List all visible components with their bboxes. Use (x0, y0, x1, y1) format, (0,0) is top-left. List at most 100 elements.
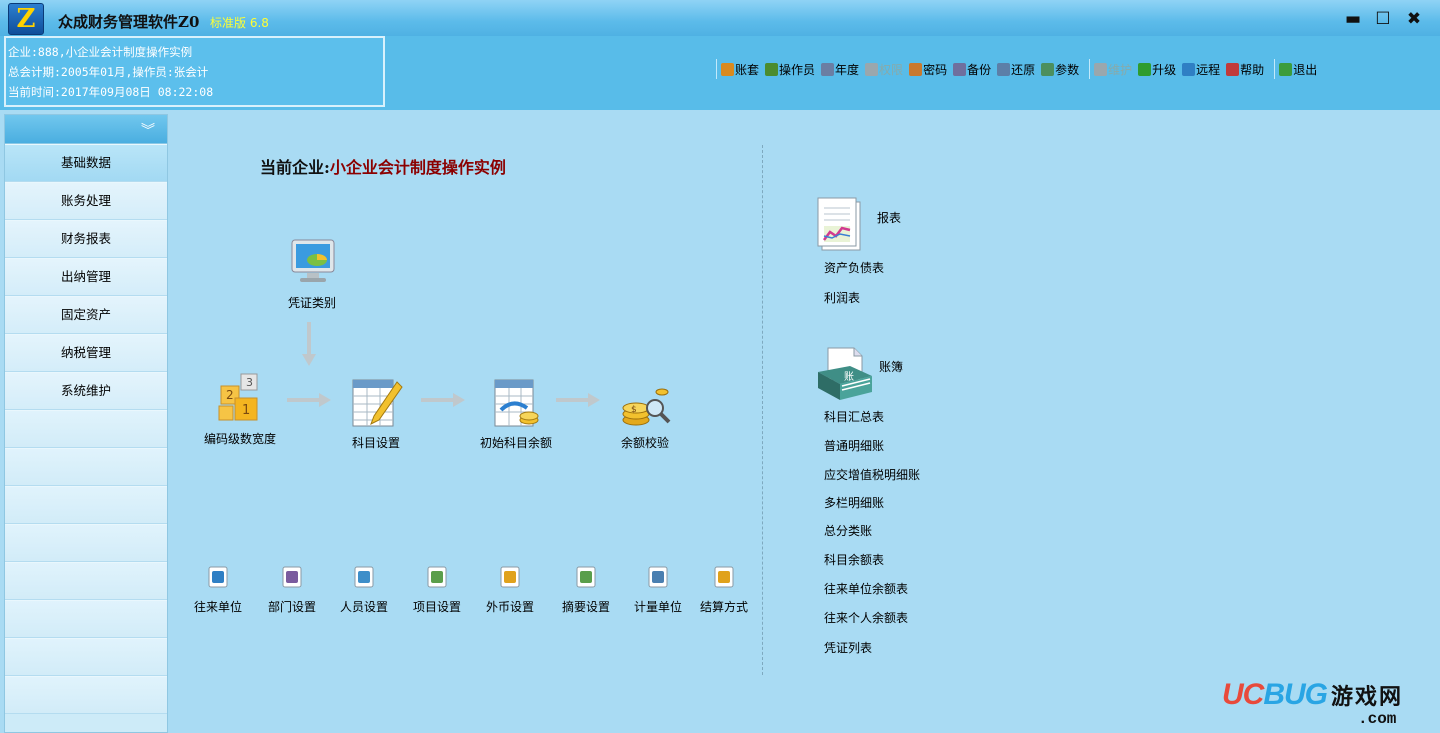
toolbar-permission-button[interactable]: 权限 (865, 61, 903, 78)
nav-item[interactable]: 财务报表 (5, 220, 167, 258)
calendar-icon (821, 62, 835, 76)
minimize-button[interactable]: ▬ (1342, 8, 1364, 30)
nav-item[interactable]: 纳税管理 (5, 334, 167, 372)
key-icon (909, 62, 923, 76)
ledger-link[interactable]: 凭证列表 (824, 639, 872, 656)
nav-empty-slot (5, 600, 167, 638)
toolbar-backup-button[interactable]: 备份 (953, 61, 991, 78)
section-divider (762, 145, 763, 675)
nav-item[interactable]: 基础数据 (5, 144, 167, 182)
shortcut-label: 项目设置 (412, 600, 461, 614)
toolbar-help-book-button[interactable]: 帮助 (1226, 61, 1264, 78)
backup-icon (953, 62, 967, 76)
shortcut-item[interactable]: 人员设置 (336, 564, 392, 615)
nav-item[interactable]: 系统维护 (5, 372, 167, 410)
users-icon (765, 62, 779, 76)
toolbar-users-button[interactable]: 操作员 (765, 61, 815, 78)
shortcut-label: 往来单位 (193, 600, 242, 614)
collapse-icon[interactable]: ︾ (141, 120, 155, 140)
exit-icon (1279, 62, 1293, 76)
left-nav: ︾ 基础数据 账务处理 财务报表 出纳管理 固定资产 纳税管理 系统维护 (4, 114, 168, 733)
ledger-link[interactable]: 应交增值税明细账 (824, 466, 920, 483)
nav-empty-slot (5, 524, 167, 562)
voucher-type-label: 凭证类别 (287, 296, 336, 310)
shortcut-item[interactable]: 摘要设置 (558, 564, 614, 615)
nav-empty-slot (5, 562, 167, 600)
code-levels-item[interactable]: 321 编码级数宽度 (200, 372, 280, 447)
ucbug-watermark: UCBUG 游戏网 (1222, 678, 1403, 712)
ledger-icon (721, 62, 734, 76)
svg-text:1: 1 (242, 403, 250, 418)
flow-arrow-2 (421, 393, 465, 407)
toolbar-maintenance-button[interactable]: 维护 (1094, 61, 1132, 78)
ledger-link[interactable]: 往来个人余额表 (824, 609, 908, 626)
toolbar-globe-button[interactable]: 远程 (1182, 61, 1220, 78)
ledgers-heading: 账簿 (879, 360, 904, 374)
account-setup-item[interactable]: 科目设置 (344, 376, 408, 451)
shortcut-item[interactable]: 结算方式 (696, 564, 752, 615)
shortcut-item[interactable]: 往来单位 (190, 564, 246, 615)
settlement-coin-icon (711, 564, 737, 590)
close-button[interactable]: ✖ (1403, 8, 1425, 30)
watermark-uc: UC (1222, 678, 1264, 711)
toolbar-label: 退出 (1293, 62, 1318, 77)
toolbar-key-button[interactable]: 密码 (909, 61, 947, 78)
app-edition: 标准版 6.8 (210, 16, 269, 30)
toolbar-settings-button[interactable]: 参数 (1041, 61, 1079, 78)
monitor-chart-icon (285, 236, 339, 290)
project-sheet-icon (424, 564, 450, 590)
nav-header: ︾ (5, 115, 167, 144)
staff-people-icon (351, 564, 377, 590)
svg-text:3: 3 (246, 376, 253, 389)
voucher-type-item[interactable]: 凭证类别 (278, 236, 346, 311)
ledger-link[interactable]: 总分类账 (824, 522, 872, 539)
currency-dollar-icon (497, 564, 523, 590)
ledger-link[interactable]: 往来单位余额表 (824, 580, 908, 597)
shortcut-item[interactable]: 外币设置 (482, 564, 538, 615)
company-info: 企业:888,小企业会计制度操作实例 (8, 45, 193, 59)
ledger-link[interactable]: 普通明细账 (824, 437, 884, 454)
toolbar-restore-button[interactable]: 还原 (997, 61, 1035, 78)
toolbar-separator (1089, 59, 1091, 79)
nav-item[interactable]: 固定资产 (5, 296, 167, 334)
shortcut-item[interactable]: 部门设置 (264, 564, 320, 615)
toolbar-check-button[interactable]: 升级 (1138, 61, 1176, 78)
flow-arrow-down (302, 322, 316, 366)
toolbar-label: 密码 (923, 62, 948, 77)
shortcut-item[interactable]: 计量单位 (630, 564, 686, 615)
toolbar-label: 权限 (879, 62, 904, 77)
permission-icon (865, 62, 879, 76)
period-info: 总会计期:2005年01月,操作员:张会计 (8, 65, 209, 79)
code-levels-label: 编码级数宽度 (203, 432, 276, 446)
toolbar-label: 账套 (735, 62, 760, 77)
session-info-panel: 企业:888,小企业会计制度操作实例 总会计期:2005年01月,操作员:张会计… (4, 36, 385, 107)
toolbar-exit-button[interactable]: 退出 (1279, 61, 1317, 78)
shortcut-item[interactable]: 项目设置 (409, 564, 465, 615)
flow-arrow-3 (556, 393, 600, 407)
nav-item[interactable]: 出纳管理 (5, 258, 167, 296)
app-title: 众成财务管理软件Z0 (58, 13, 200, 31)
restore-icon (997, 62, 1011, 76)
shortcut-label: 摘要设置 (561, 600, 610, 614)
shortcut-label: 计量单位 (633, 600, 682, 614)
ledger-link[interactable]: 科目汇总表 (824, 408, 884, 425)
ledger-link[interactable]: 多栏明细账 (824, 494, 884, 511)
toolbar-label: 操作员 (779, 62, 816, 77)
time-info: 当前时间:2017年09月08日 08:22:08 (8, 85, 214, 99)
svg-text:账: 账 (844, 371, 854, 383)
report-link[interactable]: 利润表 (824, 289, 860, 306)
balance-check-item[interactable]: $ 余额校验 (612, 384, 678, 451)
toolbar-label: 参数 (1055, 62, 1080, 77)
ledger-book-icon: 账 (814, 346, 874, 407)
nav-item[interactable]: 账务处理 (5, 182, 167, 220)
report-link[interactable]: 资产负债表 (824, 259, 884, 276)
initial-balance-item[interactable]: 初始科目余额 (476, 376, 556, 451)
check-icon (1138, 62, 1152, 76)
toolbar-ledger-button[interactable]: 账套 (721, 61, 759, 78)
reports-section-icon (816, 196, 866, 257)
partner-globe-icon (205, 564, 231, 590)
maximize-button[interactable]: ☐ (1372, 8, 1394, 30)
ledger-link[interactable]: 科目余额表 (824, 551, 884, 568)
toolbar-separator (1274, 59, 1276, 79)
toolbar-calendar-button[interactable]: 年度 (821, 61, 859, 78)
